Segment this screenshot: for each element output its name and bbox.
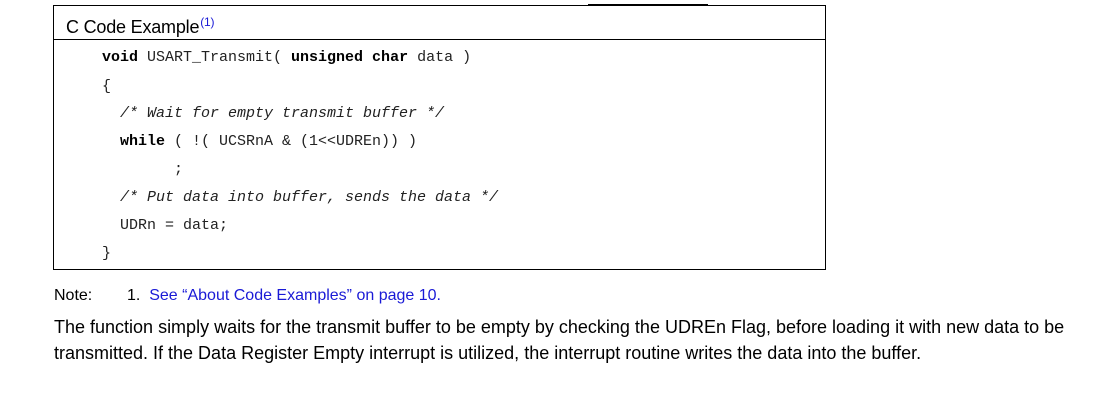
code-line-2: {: [102, 78, 112, 95]
note-label: Note:: [54, 287, 93, 304]
code-example-title: C Code Example: [66, 17, 200, 37]
code-line-1: void USART_Transmit( unsigned char data …: [102, 49, 472, 66]
code-line-5: ;: [174, 161, 184, 178]
note: Note: 1. See “About Code Examples” on pag…: [54, 286, 441, 306]
body-paragraph: The function simply waits for the transm…: [54, 317, 1065, 363]
code-line-4: while ( !( UCSRnA & (1<<UDREn)) ): [120, 133, 418, 150]
code-line-3: /* Wait for empty transmit buffer */: [120, 105, 445, 122]
note-number: 1.: [127, 287, 141, 304]
code-example-header: C Code Example(1): [54, 6, 825, 40]
code-block: void USART_Transmit( unsigned char data …: [54, 40, 825, 269]
code-example-box: C Code Example(1) void USART_Transmit( u…: [53, 5, 826, 270]
note-link[interactable]: See “About Code Examples” on page 10.: [149, 287, 441, 304]
footnote-ref-link[interactable]: (1): [200, 15, 214, 29]
code-line-7: UDRn = data;: [120, 217, 229, 234]
code-line-6: /* Put data into buffer, sends the data …: [120, 189, 499, 206]
code-line-8: }: [102, 245, 112, 262]
